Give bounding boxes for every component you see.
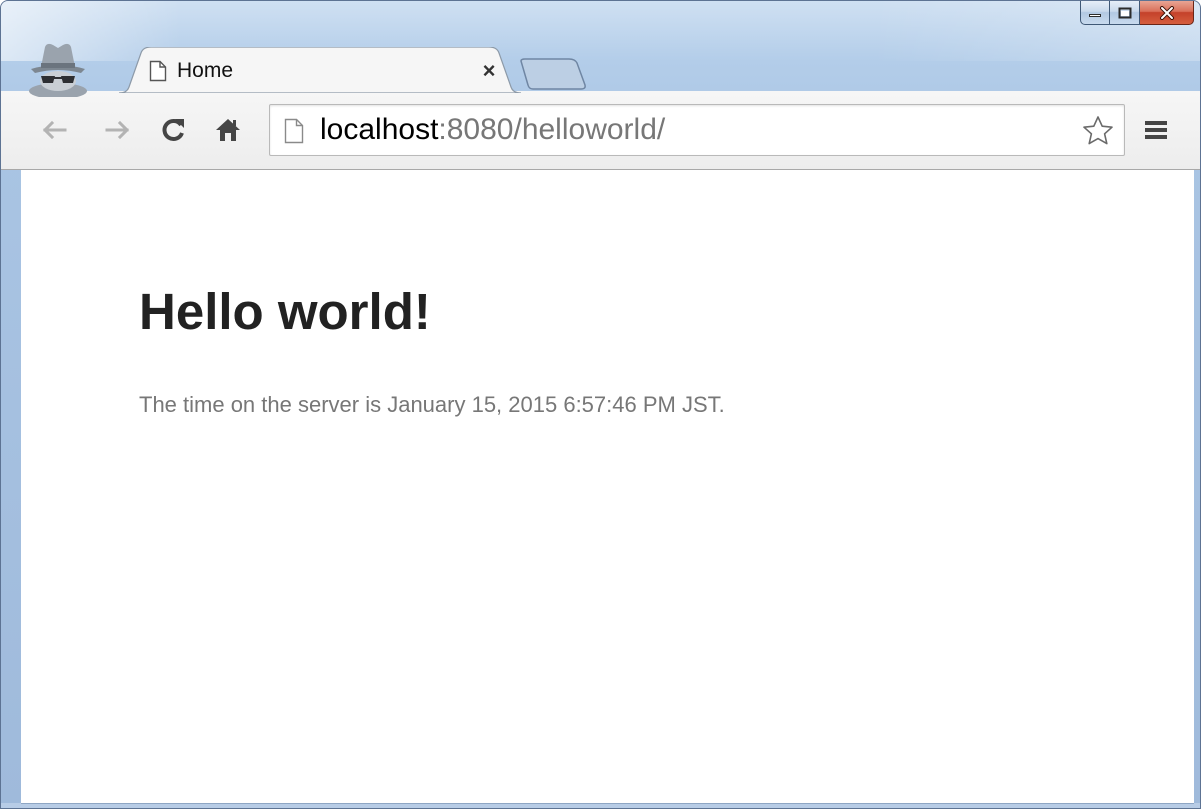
tab-home[interactable]: Home ×: [119, 47, 521, 93]
minimize-button[interactable]: [1080, 1, 1110, 25]
back-arrow-icon: [42, 120, 67, 140]
url-path: :8080/helloworld/: [438, 113, 666, 146]
address-bar[interactable]: localhost:8080/helloworld/: [269, 104, 1125, 156]
url-text[interactable]: localhost:8080/helloworld/: [320, 109, 665, 151]
url-host: localhost: [320, 113, 439, 146]
page-icon: [284, 118, 304, 144]
home-icon: [216, 119, 240, 141]
incognito-icon: [29, 43, 87, 97]
forward-button[interactable]: [101, 113, 135, 147]
server-time-text: The time on the server is January 15, 20…: [139, 392, 725, 417]
page-icon: [149, 60, 167, 82]
new-tab-button[interactable]: [519, 57, 589, 91]
maximize-icon: [1118, 7, 1131, 18]
menu-icon[interactable]: [1143, 117, 1169, 143]
tab-close-button[interactable]: ×: [479, 60, 499, 82]
toolbar: localhost:8080/helloworld/: [1, 91, 1200, 170]
back-button[interactable]: [37, 113, 71, 147]
minimize-icon: [1089, 13, 1101, 17]
reload-button[interactable]: [157, 113, 191, 147]
tab-title: Home: [177, 59, 234, 82]
close-icon: [1159, 5, 1174, 20]
forward-arrow-icon: [105, 120, 130, 140]
reload-icon: [162, 119, 184, 141]
caption-buttons: [1080, 1, 1194, 25]
home-button[interactable]: [211, 113, 245, 147]
browser-window: Home × localhost:8080/helloworld/ Hello …: [0, 0, 1201, 809]
star-icon[interactable]: [1082, 115, 1114, 147]
maximize-button[interactable]: [1110, 1, 1140, 25]
page-heading: Hello world!: [139, 283, 431, 340]
page-content: Hello world! The time on the server is J…: [21, 170, 1194, 804]
close-button[interactable]: [1140, 1, 1194, 25]
